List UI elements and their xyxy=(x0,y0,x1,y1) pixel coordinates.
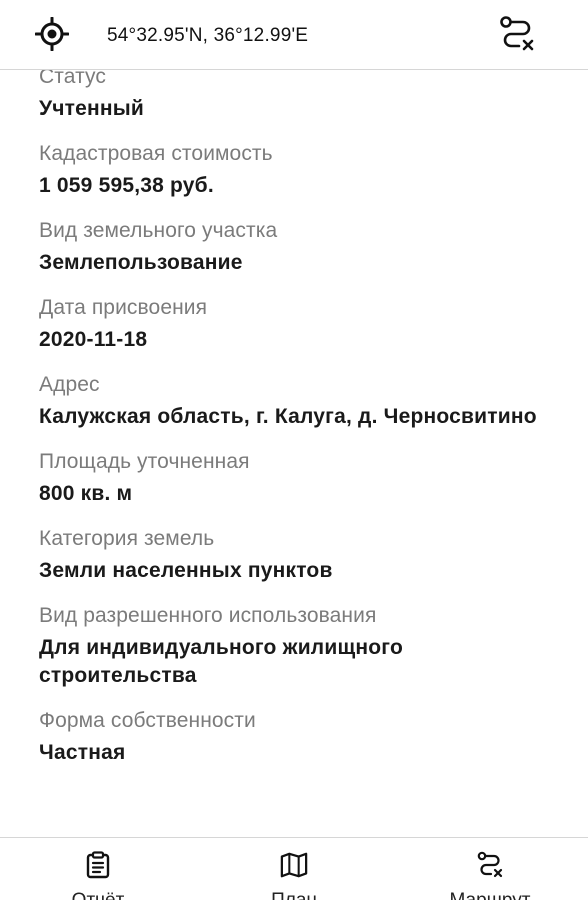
field-label: Вид разрешенного использования xyxy=(39,604,377,627)
nav-label-report: Отчёт xyxy=(72,890,125,900)
field-land-category: Категория земель Земли населенных пункто… xyxy=(39,525,559,585)
nav-label-plan: План xyxy=(271,890,317,900)
field-value: Частная xyxy=(39,741,126,764)
clipboard-report-icon xyxy=(84,851,112,879)
field-area: Площадь уточненная 800 кв. м xyxy=(39,448,559,508)
property-info-screen: 54°32.95'N, 36°12.99'E Статус Учтенный К… xyxy=(0,0,588,900)
field-label: Адрес xyxy=(39,373,100,396)
field-value: 800 кв. м xyxy=(39,482,133,505)
field-value: 2020-11-18 xyxy=(39,328,148,351)
field-cadastral-value: Кадастровая стоимость 1 059 595,38 руб. xyxy=(39,140,559,200)
nav-label-route: Маршрут xyxy=(450,890,531,900)
map-plan-icon xyxy=(280,851,308,879)
route-icon xyxy=(476,851,504,879)
route-clear-icon xyxy=(498,15,536,58)
field-label: Дата присвоения xyxy=(39,296,208,319)
top-bar: 54°32.95'N, 36°12.99'E xyxy=(0,0,588,70)
field-value: Для индивидуального жилищного строительс… xyxy=(39,636,403,687)
bottom-nav: Отчёт План Маршрут xyxy=(0,837,588,900)
field-label: Вид земельного участка xyxy=(39,219,278,242)
field-label: Кадастровая стоимость xyxy=(39,142,273,165)
locate-button[interactable] xyxy=(34,16,70,56)
coordinates-readout: 54°32.95'N, 36°12.99'E xyxy=(107,25,309,46)
field-address: Адрес Калужская область, г. Калуга, д. Ч… xyxy=(39,371,559,431)
fields-container: Статус Учтенный Кадастровая стоимость 1 … xyxy=(39,69,559,784)
field-value: Калужская область, г. Калуга, д. Черносв… xyxy=(39,405,537,428)
field-value: Земли населенных пунктов xyxy=(39,559,333,582)
field-label: Площадь уточненная xyxy=(39,450,250,473)
nav-item-plan[interactable]: План xyxy=(196,838,392,900)
nav-item-report[interactable]: Отчёт xyxy=(0,838,196,900)
field-assignment-date: Дата присвоения 2020-11-18 xyxy=(39,294,559,354)
field-value: 1 059 595,38 руб. xyxy=(39,174,214,197)
field-status: Статус Учтенный xyxy=(39,69,559,123)
field-value: Учтенный xyxy=(39,97,145,120)
field-label: Категория земель xyxy=(39,527,215,550)
crosshair-locate-icon xyxy=(34,16,70,56)
nav-item-route[interactable]: Маршрут xyxy=(392,838,588,900)
field-parcel-type: Вид земельного участка Землепользование xyxy=(39,217,559,277)
field-label: Статус xyxy=(39,69,106,88)
field-ownership-form: Форма собственности Частная xyxy=(39,707,559,767)
clear-route-button[interactable] xyxy=(497,15,537,58)
field-permitted-use: Вид разрешенного использования Для индив… xyxy=(39,602,559,690)
details-list[interactable]: Статус Учтенный Кадастровая стоимость 1 … xyxy=(0,69,588,837)
field-value: Землепользование xyxy=(39,251,243,274)
field-label: Форма собственности xyxy=(39,709,256,732)
